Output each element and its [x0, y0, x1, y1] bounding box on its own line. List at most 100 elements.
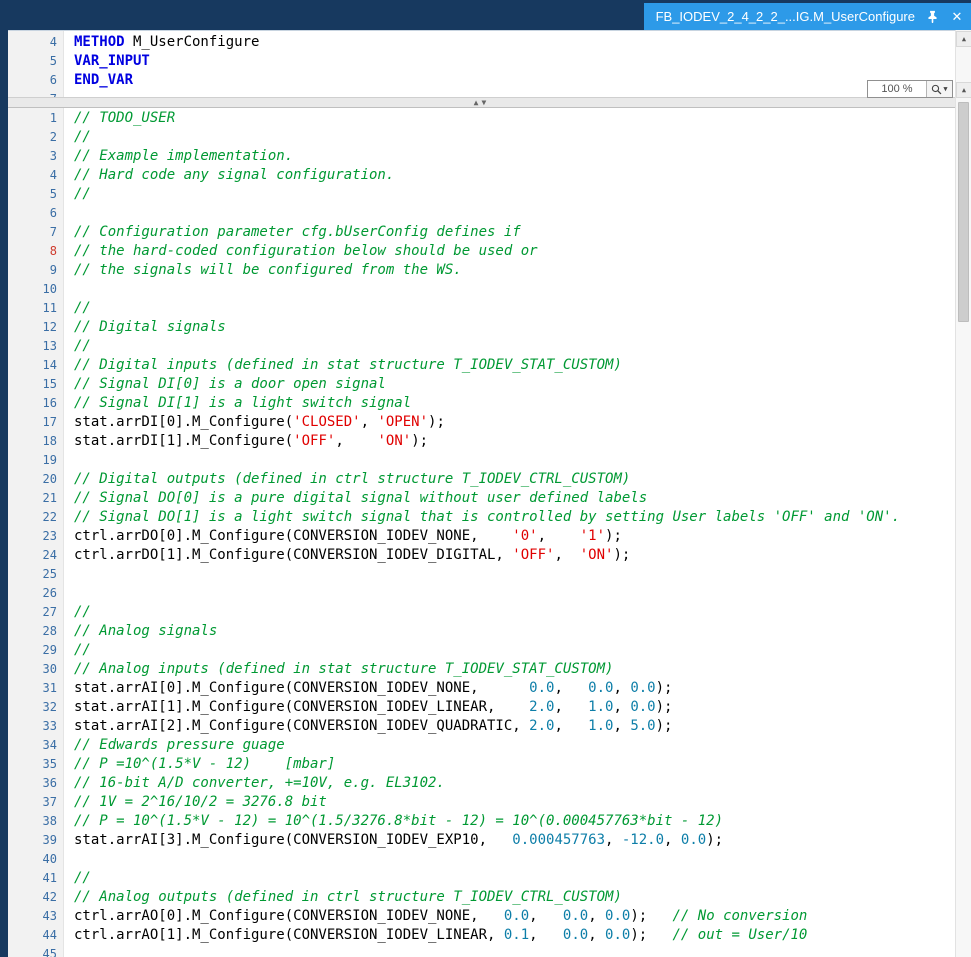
code-line[interactable]: 36// 16-bit A/D converter, +=10V, e.g. E… — [8, 774, 955, 793]
code-line[interactable]: 8// the hard-coded configuration below s… — [8, 242, 955, 261]
line-number[interactable]: 3 — [8, 147, 64, 166]
line-number[interactable]: 43 — [8, 907, 64, 926]
code-line[interactable]: 1// TODO_USER — [8, 109, 955, 128]
line-number[interactable]: 7 — [8, 90, 64, 97]
code-line[interactable]: 24ctrl.arrDO[1].M_Configure(CONVERSION_I… — [8, 546, 955, 565]
line-number[interactable]: 38 — [8, 812, 64, 831]
line-number[interactable]: 1 — [8, 109, 64, 128]
code-line[interactable]: 9// the signals will be configured from … — [8, 261, 955, 280]
code-line[interactable]: 38// P = 10^(1.5*V - 12) = 10^(1.5/3276.… — [8, 812, 955, 831]
line-number[interactable]: 21 — [8, 489, 64, 508]
line-number[interactable]: 30 — [8, 660, 64, 679]
code-line[interactable]: 33stat.arrAI[2].M_Configure(CONVERSION_I… — [8, 717, 955, 736]
code-line[interactable]: 13// — [8, 337, 955, 356]
line-number[interactable]: 6 — [8, 71, 64, 90]
line-number[interactable]: 11 — [8, 299, 64, 318]
line-number[interactable]: 24 — [8, 546, 64, 565]
code-line[interactable]: 27// — [8, 603, 955, 622]
code-line[interactable]: 23ctrl.arrDO[0].M_Configure(CONVERSION_I… — [8, 527, 955, 546]
line-number[interactable]: 25 — [8, 565, 64, 584]
line-number[interactable]: 4 — [8, 166, 64, 185]
code-line[interactable]: 7 — [8, 90, 955, 97]
pane-splitter[interactable]: ▲▼ — [8, 97, 955, 108]
code-line[interactable]: 2// — [8, 128, 955, 147]
line-number[interactable]: 12 — [8, 318, 64, 337]
code-line[interactable]: 42// Analog outputs (defined in ctrl str… — [8, 888, 955, 907]
line-number[interactable]: 32 — [8, 698, 64, 717]
code-line[interactable]: 5VAR_INPUT — [8, 52, 955, 71]
code-line[interactable]: 35// P =10^(1.5*V - 12) [mbar] — [8, 755, 955, 774]
code-line[interactable]: 30// Analog inputs (defined in stat stru… — [8, 660, 955, 679]
line-number[interactable]: 14 — [8, 356, 64, 375]
line-number[interactable]: 22 — [8, 508, 64, 527]
code-line[interactable]: 16// Signal DI[1] is a light switch sign… — [8, 394, 955, 413]
line-number[interactable]: 41 — [8, 869, 64, 888]
code-line[interactable]: 28// Analog signals — [8, 622, 955, 641]
line-number[interactable]: 2 — [8, 128, 64, 147]
declaration-editor[interactable]: 4METHOD M_UserConfigure5VAR_INPUT6END_VA… — [8, 30, 955, 97]
code-line[interactable]: 20// Digital outputs (defined in ctrl st… — [8, 470, 955, 489]
code-line[interactable]: 15// Signal DI[0] is a door open signal — [8, 375, 955, 394]
implementation-editor[interactable]: 1// TODO_USER2//3// Example implementati… — [8, 108, 955, 957]
code-line[interactable]: 19 — [8, 451, 955, 470]
code-line[interactable]: 34// Edwards pressure guage — [8, 736, 955, 755]
line-number[interactable]: 35 — [8, 755, 64, 774]
line-number[interactable]: 31 — [8, 679, 64, 698]
code-line[interactable]: 25 — [8, 565, 955, 584]
close-icon[interactable]: ✕ — [949, 9, 965, 25]
zoom-control[interactable]: 100 % ▼ — [867, 80, 953, 98]
scroll-up-button-implementation[interactable]: ▲ — [956, 82, 971, 98]
code-line[interactable]: 11// — [8, 299, 955, 318]
line-number[interactable]: 29 — [8, 641, 64, 660]
code-line[interactable]: 39stat.arrAI[3].M_Configure(CONVERSION_I… — [8, 831, 955, 850]
pin-icon[interactable] — [924, 9, 940, 25]
code-line[interactable]: 37// 1V = 2^16/10/2 = 3276.8 bit — [8, 793, 955, 812]
code-line[interactable]: 18stat.arrDI[1].M_Configure('OFF', 'ON')… — [8, 432, 955, 451]
line-number[interactable]: 45 — [8, 945, 64, 957]
code-line[interactable]: 41// — [8, 869, 955, 888]
line-number[interactable]: 9 — [8, 261, 64, 280]
document-tab[interactable]: FB_IODEV_2_4_2_2_...IG.M_UserConfigure ✕ — [644, 3, 971, 30]
code-line[interactable]: 6 — [8, 204, 955, 223]
code-line[interactable]: 26 — [8, 584, 955, 603]
code-line[interactable]: 10 — [8, 280, 955, 299]
code-line[interactable]: 4// Hard code any signal configuration. — [8, 166, 955, 185]
scrollbar-thumb[interactable] — [958, 102, 969, 322]
code-line[interactable]: 31stat.arrAI[0].M_Configure(CONVERSION_I… — [8, 679, 955, 698]
line-number[interactable]: 39 — [8, 831, 64, 850]
code-line[interactable]: 3// Example implementation. — [8, 147, 955, 166]
line-number[interactable]: 8 — [8, 242, 64, 261]
line-number[interactable]: 16 — [8, 394, 64, 413]
code-line[interactable]: 45 — [8, 945, 955, 957]
line-number[interactable]: 27 — [8, 603, 64, 622]
code-line[interactable]: 12// Digital signals — [8, 318, 955, 337]
code-line[interactable]: 43ctrl.arrAO[0].M_Configure(CONVERSION_I… — [8, 907, 955, 926]
code-line[interactable]: 5// — [8, 185, 955, 204]
line-number[interactable]: 33 — [8, 717, 64, 736]
line-number[interactable]: 6 — [8, 204, 64, 223]
vertical-scrollbar[interactable]: ▲ ▲ — [955, 30, 971, 957]
code-line[interactable]: 22// Signal DO[1] is a light switch sign… — [8, 508, 955, 527]
line-number[interactable]: 23 — [8, 527, 64, 546]
line-number[interactable]: 37 — [8, 793, 64, 812]
line-number[interactable]: 7 — [8, 223, 64, 242]
line-number[interactable]: 5 — [8, 52, 64, 71]
line-number[interactable]: 26 — [8, 584, 64, 603]
line-number[interactable]: 17 — [8, 413, 64, 432]
code-line[interactable]: 21// Signal DO[0] is a pure digital sign… — [8, 489, 955, 508]
code-line[interactable]: 6END_VAR — [8, 71, 955, 90]
code-line[interactable]: 40 — [8, 850, 955, 869]
line-number[interactable]: 44 — [8, 926, 64, 945]
code-line[interactable]: 4METHOD M_UserConfigure — [8, 33, 955, 52]
line-number[interactable]: 40 — [8, 850, 64, 869]
line-number[interactable]: 13 — [8, 337, 64, 356]
line-number[interactable]: 15 — [8, 375, 64, 394]
code-line[interactable]: 32stat.arrAI[1].M_Configure(CONVERSION_I… — [8, 698, 955, 717]
line-number[interactable]: 34 — [8, 736, 64, 755]
line-number[interactable]: 42 — [8, 888, 64, 907]
code-line[interactable]: 7// Configuration parameter cfg.bUserCon… — [8, 223, 955, 242]
code-line[interactable]: 44ctrl.arrAO[1].M_Configure(CONVERSION_I… — [8, 926, 955, 945]
zoom-dropdown-button[interactable]: ▼ — [926, 81, 952, 97]
line-number[interactable]: 20 — [8, 470, 64, 489]
line-number[interactable]: 10 — [8, 280, 64, 299]
